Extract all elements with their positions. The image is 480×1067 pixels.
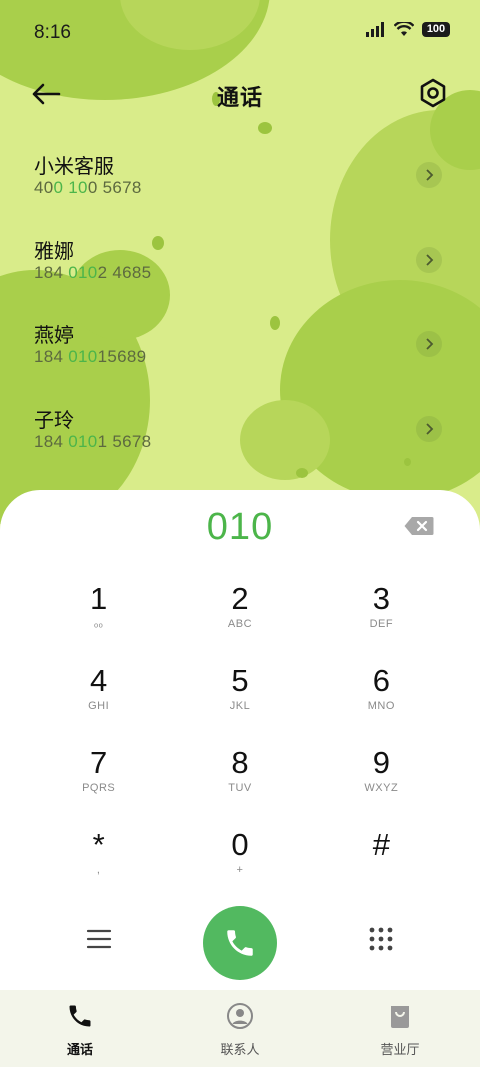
contact-name: 子玲: [34, 409, 74, 432]
bottom-nav: 通话 联系人 营业厅: [0, 990, 480, 1067]
contact-item[interactable]: 雅娜 184 0102 4685: [0, 225, 480, 310]
call-button[interactable]: [203, 906, 277, 980]
wifi-icon: [394, 22, 414, 36]
contact-detail-button[interactable]: [416, 162, 442, 188]
person-icon: [227, 1003, 253, 1029]
page-title: 通话: [216, 85, 263, 110]
key-7[interactable]: 7 PQRS: [28, 746, 169, 808]
contact-number: 184 0102 4685: [34, 262, 152, 282]
dialer-panel: 010 1 ₒₒ 2 ABC 3 DEF 4 GHI 5 JKL 6 MNO 7 PQRS 8…: [0, 490, 480, 1067]
key-3[interactable]: 3 DEF: [311, 582, 452, 644]
status-time: 8:16: [34, 22, 71, 43]
key-2[interactable]: 2 ABC: [169, 582, 310, 644]
phone-icon: [227, 930, 253, 956]
keypad-toggle-button[interactable]: [368, 926, 394, 952]
status-bar: 8:16 100: [0, 0, 480, 64]
key-6[interactable]: 6 MNO: [311, 664, 452, 726]
contact-item[interactable]: 燕婷 184 01015689: [0, 309, 480, 394]
key-0[interactable]: 0 +: [169, 828, 310, 890]
dialpad-icon: [369, 927, 393, 951]
menu-icon: [86, 929, 112, 949]
status-icons: 100: [366, 22, 450, 37]
key-8[interactable]: 8 TUV: [169, 746, 310, 808]
contact-item[interactable]: 子玲 184 0101 5678: [0, 394, 480, 479]
chevron-right-icon: [426, 422, 434, 435]
nav-tab-contacts[interactable]: 联系人: [160, 990, 320, 1067]
key-star[interactable]: *,: [28, 828, 169, 890]
backspace-icon: [404, 517, 434, 535]
contact-name: 雅娜: [34, 240, 74, 263]
contact-detail-button[interactable]: [416, 331, 442, 357]
contact-number: 184 0101 5678: [34, 431, 152, 451]
nav-label: 营业厅: [380, 1042, 420, 1057]
key-hash[interactable]: #: [311, 828, 452, 890]
contact-number: 400 100 5678: [34, 178, 142, 197]
contact-number: 184 01015689: [34, 347, 147, 366]
bag-icon: [391, 1006, 409, 1028]
battery-indicator: 100: [422, 22, 450, 37]
phone-icon: [69, 1005, 91, 1027]
backspace-button[interactable]: [404, 516, 434, 536]
keypad: 1 ₒₒ 2 ABC 3 DEF 4 GHI 5 JKL 6 MNO 7 PQRS 8 TUV …: [28, 582, 452, 890]
key-9[interactable]: 9 WXYZ: [311, 746, 452, 808]
dialer-actions: [0, 906, 480, 980]
key-4[interactable]: 4 GHI: [28, 664, 169, 726]
nav-label: 联系人: [220, 1042, 260, 1057]
contact-detail-button[interactable]: [416, 415, 442, 442]
contact-detail-button[interactable]: [416, 246, 442, 273]
nav-tab-service-hall[interactable]: 营业厅: [320, 990, 480, 1067]
key-5[interactable]: 5 JKL: [169, 664, 310, 726]
header: 通话: [0, 64, 480, 124]
chevron-right-icon: [426, 338, 434, 350]
contact-item[interactable]: 小米客服 400 100 5678: [0, 140, 480, 225]
chevron-right-icon: [426, 169, 434, 181]
nav-label: 通话: [66, 1042, 93, 1057]
voicemail-icon: ₒₒ: [94, 618, 104, 630]
key-1[interactable]: 1 ₒₒ: [28, 582, 169, 644]
settings-button[interactable]: [416, 76, 450, 110]
chevron-right-icon: [426, 253, 434, 266]
gear-icon: [420, 78, 446, 108]
nav-tab-calls[interactable]: 通话: [0, 990, 160, 1067]
contact-list: 小米客服 400 100 5678 雅娜 184 0102 4685 燕婷 18…: [0, 140, 480, 478]
signal-icon: [366, 22, 384, 37]
contact-name: 燕婷: [34, 325, 74, 347]
menu-button[interactable]: [86, 926, 112, 952]
contact-name: 小米客服: [34, 156, 114, 178]
